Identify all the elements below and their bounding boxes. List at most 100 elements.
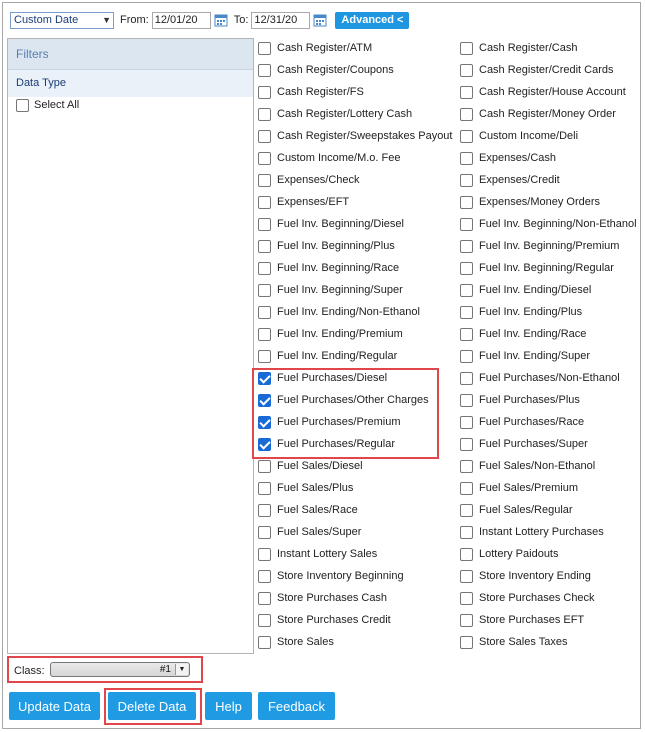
data-type-checkbox[interactable] <box>258 305 271 319</box>
data-type-checkbox[interactable] <box>460 327 473 341</box>
select-all-checkbox[interactable] <box>16 98 29 112</box>
to-date-input[interactable]: 12/31/20 <box>251 11 311 29</box>
data-type-item[interactable]: Fuel Inv. Ending/Race <box>460 326 586 342</box>
data-type-item[interactable]: Cash Register/Coupons <box>258 62 394 78</box>
data-type-item[interactable]: Cash Register/Credit Cards <box>460 62 614 78</box>
data-type-checkbox[interactable] <box>258 195 271 209</box>
data-type-item[interactable]: Store Sales Taxes <box>460 634 567 650</box>
data-type-checkbox[interactable] <box>258 525 271 539</box>
data-type-checkbox[interactable] <box>460 305 473 319</box>
data-type-checkbox[interactable] <box>460 261 473 275</box>
data-type-item[interactable]: Store Inventory Ending <box>460 568 591 584</box>
data-type-item[interactable]: Fuel Inv. Beginning/Non-Ethanol <box>460 216 637 232</box>
data-type-item[interactable]: Lottery Paidouts <box>460 546 559 562</box>
data-type-item[interactable]: Cash Register/House Account <box>460 84 626 100</box>
data-type-item[interactable]: Fuel Purchases/Premium <box>258 414 401 430</box>
data-type-checkbox[interactable] <box>258 481 271 495</box>
data-type-checkbox[interactable] <box>460 569 473 583</box>
data-type-checkbox[interactable] <box>258 283 271 297</box>
data-type-checkbox[interactable] <box>258 613 271 627</box>
data-type-item[interactable]: Fuel Inv. Beginning/Diesel <box>258 216 404 232</box>
data-type-checkbox[interactable] <box>460 217 473 231</box>
data-type-item[interactable]: Store Inventory Beginning <box>258 568 404 584</box>
from-date-input[interactable]: 12/01/20 <box>151 11 211 29</box>
data-type-checkbox[interactable] <box>258 371 271 385</box>
data-type-item[interactable]: Custom Income/Deli <box>460 128 578 144</box>
data-type-item[interactable]: Fuel Sales/Non-Ethanol <box>460 458 595 474</box>
data-type-item[interactable]: Fuel Inv. Ending/Regular <box>258 348 397 364</box>
data-type-item[interactable]: Cash Register/Sweepstakes Payout <box>258 128 452 144</box>
data-type-item[interactable]: Cash Register/Lottery Cash <box>258 106 412 122</box>
data-type-item[interactable]: Fuel Inv. Beginning/Race <box>258 260 399 276</box>
data-type-item[interactable]: Expenses/Money Orders <box>460 194 600 210</box>
data-type-checkbox[interactable] <box>460 525 473 539</box>
data-type-checkbox[interactable] <box>460 415 473 429</box>
data-type-checkbox[interactable] <box>460 591 473 605</box>
data-type-checkbox[interactable] <box>460 393 473 407</box>
data-type-checkbox[interactable] <box>258 173 271 187</box>
data-type-checkbox[interactable] <box>460 195 473 209</box>
data-type-item[interactable]: Fuel Inv. Ending/Non-Ethanol <box>258 304 420 320</box>
data-type-checkbox[interactable] <box>460 635 473 649</box>
advanced-button[interactable]: Advanced < <box>335 11 410 29</box>
data-type-item[interactable]: Cash Register/Cash <box>460 40 577 56</box>
data-type-item[interactable]: Custom Income/M.o. Fee <box>258 150 401 166</box>
data-type-item[interactable]: Fuel Inv. Ending/Super <box>460 348 590 364</box>
data-type-checkbox[interactable] <box>460 371 473 385</box>
data-type-checkbox[interactable] <box>258 63 271 77</box>
data-type-item[interactable]: Fuel Sales/Regular <box>460 502 573 518</box>
data-type-checkbox[interactable] <box>460 129 473 143</box>
data-type-item[interactable]: Expenses/EFT <box>258 194 349 210</box>
data-type-item[interactable]: Cash Register/FS <box>258 84 364 100</box>
data-type-item[interactable]: Fuel Inv. Ending/Premium <box>258 326 403 342</box>
data-type-item[interactable]: Fuel Sales/Super <box>258 524 361 540</box>
data-type-item[interactable]: Instant Lottery Purchases <box>460 524 604 540</box>
delete-data-button[interactable]: Delete Data <box>108 692 196 720</box>
data-type-item[interactable]: Fuel Purchases/Non-Ethanol <box>460 370 620 386</box>
data-type-checkbox[interactable] <box>258 415 271 429</box>
data-type-checkbox[interactable] <box>460 63 473 77</box>
data-type-item[interactable]: Fuel Purchases/Other Charges <box>258 392 429 408</box>
data-type-checkbox[interactable] <box>258 349 271 363</box>
data-type-item[interactable]: Fuel Sales/Plus <box>258 480 353 496</box>
data-type-checkbox[interactable] <box>460 107 473 121</box>
data-type-item[interactable]: Store Sales <box>258 634 334 650</box>
data-type-item[interactable]: Fuel Sales/Premium <box>460 480 578 496</box>
data-type-checkbox[interactable] <box>460 437 473 451</box>
data-type-item[interactable]: Cash Register/Money Order <box>460 106 616 122</box>
update-data-button[interactable]: Update Data <box>9 692 100 720</box>
data-type-item[interactable]: Fuel Inv. Ending/Plus <box>460 304 582 320</box>
calendar-icon[interactable] <box>313 13 327 27</box>
feedback-button[interactable]: Feedback <box>258 692 335 720</box>
data-type-item[interactable]: Fuel Purchases/Regular <box>258 436 395 452</box>
data-type-item[interactable]: Fuel Inv. Beginning/Plus <box>258 238 395 254</box>
data-type-item[interactable]: Store Purchases Cash <box>258 590 387 606</box>
data-type-item[interactable]: Fuel Inv. Beginning/Premium <box>460 238 619 254</box>
data-type-checkbox[interactable] <box>460 481 473 495</box>
data-type-item[interactable]: Expenses/Check <box>258 172 360 188</box>
data-type-checkbox[interactable] <box>258 41 271 55</box>
help-button[interactable]: Help <box>205 692 252 720</box>
data-type-checkbox[interactable] <box>258 151 271 165</box>
data-type-checkbox[interactable] <box>258 437 271 451</box>
data-type-item[interactable]: Fuel Purchases/Plus <box>460 392 580 408</box>
data-type-item[interactable]: Expenses/Credit <box>460 172 560 188</box>
data-type-checkbox[interactable] <box>258 635 271 649</box>
data-type-checkbox[interactable] <box>258 129 271 143</box>
data-type-checkbox[interactable] <box>460 459 473 473</box>
data-type-checkbox[interactable] <box>258 569 271 583</box>
calendar-icon[interactable] <box>214 13 228 27</box>
data-type-checkbox[interactable] <box>460 349 473 363</box>
data-type-checkbox[interactable] <box>460 283 473 297</box>
data-type-checkbox[interactable] <box>460 239 473 253</box>
data-type-checkbox[interactable] <box>460 173 473 187</box>
data-type-item[interactable]: Cash Register/ATM <box>258 40 372 56</box>
data-type-checkbox[interactable] <box>460 547 473 561</box>
data-type-checkbox[interactable] <box>258 261 271 275</box>
data-type-item[interactable]: Fuel Inv. Ending/Diesel <box>460 282 591 298</box>
data-type-item[interactable]: Fuel Purchases/Race <box>460 414 584 430</box>
data-type-item[interactable]: Store Purchases EFT <box>460 612 584 628</box>
data-type-checkbox[interactable] <box>258 503 271 517</box>
data-type-item[interactable]: Fuel Purchases/Diesel <box>258 370 387 386</box>
data-type-item[interactable]: Store Purchases Check <box>460 590 595 606</box>
